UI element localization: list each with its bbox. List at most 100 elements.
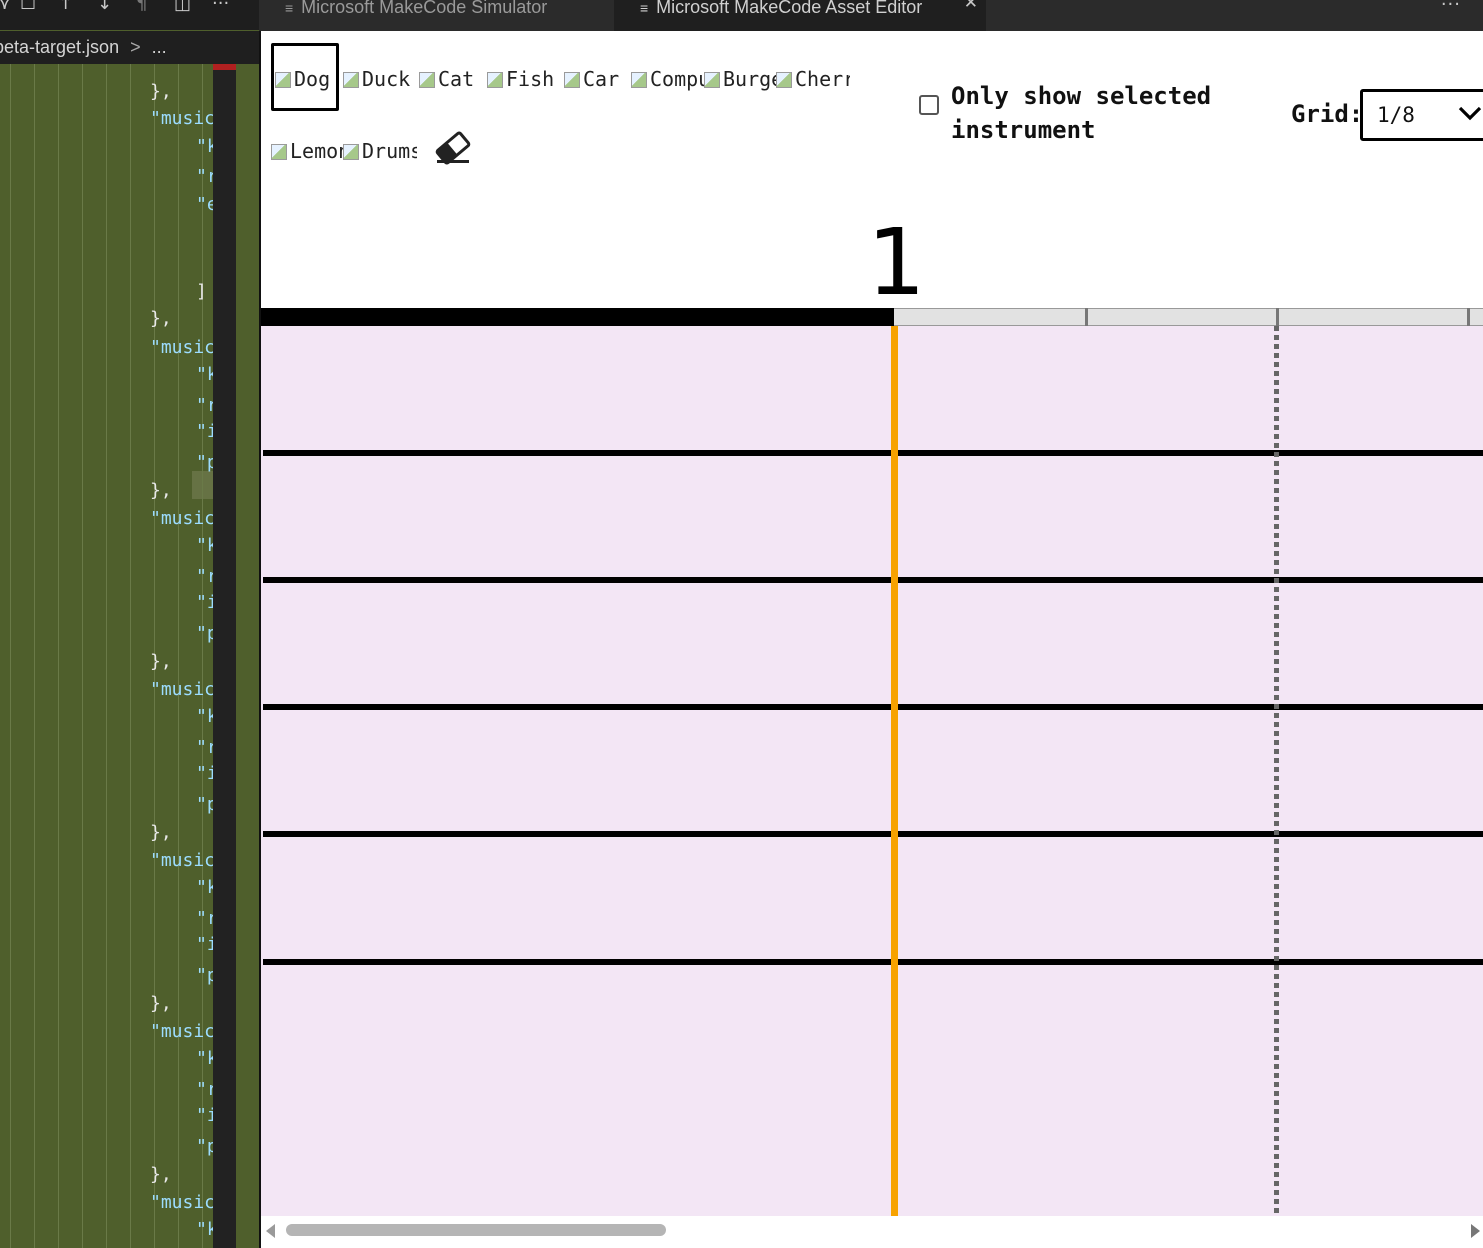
indent-guide: [130, 64, 131, 1248]
code-line[interactable]: },: [150, 1165, 172, 1185]
instrument-label: Burger: [723, 67, 776, 91]
tab-asset-editor[interactable]: ≡ Microsoft MakeCode Asset Editor ✕: [614, 0, 986, 31]
code-line[interactable]: "k: [196, 1220, 213, 1240]
breadcrumb-separator: >: [130, 37, 141, 57]
only-show-selected-label[interactable]: Only show selected instrument: [951, 79, 1251, 147]
tab-bar: ≡ Microsoft MakeCode Simulator ≡ Microsoft…: [259, 0, 1483, 31]
code-line[interactable]: "r: [196, 396, 213, 416]
breadcrumb-file[interactable]: beta-target.json: [0, 31, 119, 64]
instrument-drums-button[interactable]: Drums: [343, 137, 417, 165]
code-line[interactable]: "k: [196, 1049, 213, 1069]
breadcrumb-trail[interactable]: ...: [152, 31, 167, 64]
code-line[interactable]: "e: [196, 195, 213, 215]
timeline-tick: [1467, 308, 1470, 326]
instrument-label: Cat: [438, 67, 475, 91]
close-icon[interactable]: ✕: [964, 0, 978, 11]
indent-guide: [178, 64, 179, 1248]
code-line[interactable]: },: [150, 82, 172, 102]
code-lines[interactable]: }, "music "k "r "e]}, "music "k "r "i "p}, "music "…: [0, 64, 213, 1248]
horizontal-scrollbar[interactable]: [261, 1216, 1483, 1248]
staff-line: [263, 704, 1483, 710]
checkbox-box[interactable]: [919, 95, 939, 115]
code-line[interactable]: "p: [196, 966, 213, 986]
code-line[interactable]: "music: [150, 338, 213, 358]
instrument-duck-button[interactable]: Duck: [343, 65, 417, 93]
instrument-computer-button[interactable]: Computer: [631, 65, 704, 93]
minimap[interactable]: [236, 64, 259, 1248]
code-line[interactable]: "i: [196, 593, 213, 613]
chevron-down-icon[interactable]: [1458, 101, 1482, 125]
code-line[interactable]: "k: [196, 137, 213, 157]
only-show-selected-checkbox[interactable]: [919, 95, 939, 115]
instrument-burger-button[interactable]: Burger: [704, 65, 776, 93]
code-line[interactable]: "p: [196, 795, 213, 815]
more-icon[interactable]: ···: [1441, 0, 1461, 15]
code-line[interactable]: },: [150, 481, 172, 501]
beat-divider: [1274, 326, 1279, 1216]
playhead[interactable]: [891, 326, 898, 1216]
instrument-dog-button[interactable]: Dog: [275, 65, 338, 93]
eraser-icon[interactable]: [433, 131, 473, 165]
new-file-icon[interactable]: ☐: [20, 0, 36, 14]
code-line[interactable]: "k: [196, 536, 213, 556]
code-line[interactable]: "r: [196, 1080, 213, 1100]
indent-guide: [202, 64, 203, 1248]
broken-image-icon: [419, 72, 435, 88]
timeline-played[interactable]: [261, 308, 894, 326]
code-line[interactable]: ]: [196, 282, 207, 302]
split-editor-icon[interactable]: ◫: [174, 0, 191, 14]
code-line[interactable]: "music: [150, 851, 213, 871]
instrument-car-button[interactable]: Car: [564, 65, 627, 93]
code-line[interactable]: "music: [150, 509, 213, 529]
code-line[interactable]: "r: [196, 909, 213, 929]
scroll-right-icon[interactable]: [1471, 1224, 1480, 1238]
broken-image-icon: [704, 72, 720, 88]
code-line[interactable]: "r: [196, 567, 213, 587]
code-line[interactable]: "music: [150, 680, 213, 700]
code-line[interactable]: "k: [196, 707, 213, 727]
pilcrow-icon[interactable]: ¶: [136, 0, 147, 14]
code-line[interactable]: "k: [196, 878, 213, 898]
code-line[interactable]: },: [150, 652, 172, 672]
code-line[interactable]: "i: [196, 764, 213, 784]
instrument-lemon-button[interactable]: Lemon: [271, 137, 343, 165]
code-line[interactable]: "p: [196, 624, 213, 644]
code-line[interactable]: "r: [196, 167, 213, 187]
editor-vertical-scrollbar[interactable]: [213, 64, 236, 1248]
more-actions-icon[interactable]: ···: [212, 0, 229, 14]
instrument-label: Duck: [362, 67, 411, 91]
instrument-fish-button[interactable]: Fish: [487, 65, 560, 93]
code-line[interactable]: "i: [196, 1106, 213, 1126]
tab-asset-editor-label: Microsoft MakeCode Asset Editor: [656, 0, 923, 17]
code-line[interactable]: },: [150, 823, 172, 843]
timeline-tick: [1276, 308, 1279, 326]
tab-simulator[interactable]: ≡ Microsoft MakeCode Simulator: [259, 0, 613, 31]
code-line[interactable]: "music: [150, 1022, 213, 1042]
grid-select-value: 1/8: [1377, 103, 1415, 127]
code-line[interactable]: "music: [150, 109, 213, 129]
instrument-cherry-button[interactable]: Cherry: [776, 65, 850, 93]
code-line[interactable]: "i: [196, 422, 213, 442]
staff-line: [263, 450, 1483, 456]
indent-guide: [58, 64, 59, 1248]
code-line[interactable]: "music: [150, 1193, 213, 1213]
code-line[interactable]: },: [150, 994, 172, 1014]
code-line[interactable]: "p: [196, 1137, 213, 1157]
scrollbar-thumb[interactable]: [286, 1224, 666, 1236]
preview-icon: ≡: [285, 0, 294, 16]
code-line[interactable]: },: [150, 309, 172, 329]
code-line[interactable]: "k: [196, 365, 213, 385]
instrument-cat-button[interactable]: Cat: [419, 65, 483, 93]
timeline[interactable]: [894, 308, 1483, 326]
scroll-left-icon[interactable]: [266, 1224, 275, 1238]
arrow-up-icon[interactable]: ↑: [58, 0, 73, 14]
note-grid[interactable]: [261, 326, 1483, 1216]
code-editor-pane: ⋎ ☐ ↑ ↓ ¶ ◫ ··· beta-target.json > ... }…: [0, 0, 259, 1248]
timeline-tick: [1085, 308, 1088, 326]
tab-simulator-label: Microsoft MakeCode Simulator: [301, 0, 548, 17]
arrow-down-icon[interactable]: ↓: [97, 0, 112, 14]
code-line[interactable]: "r: [196, 738, 213, 758]
code-line[interactable]: "i: [196, 935, 213, 955]
filter-icon[interactable]: ⋎: [0, 0, 11, 14]
code-line[interactable]: "p: [196, 453, 213, 473]
